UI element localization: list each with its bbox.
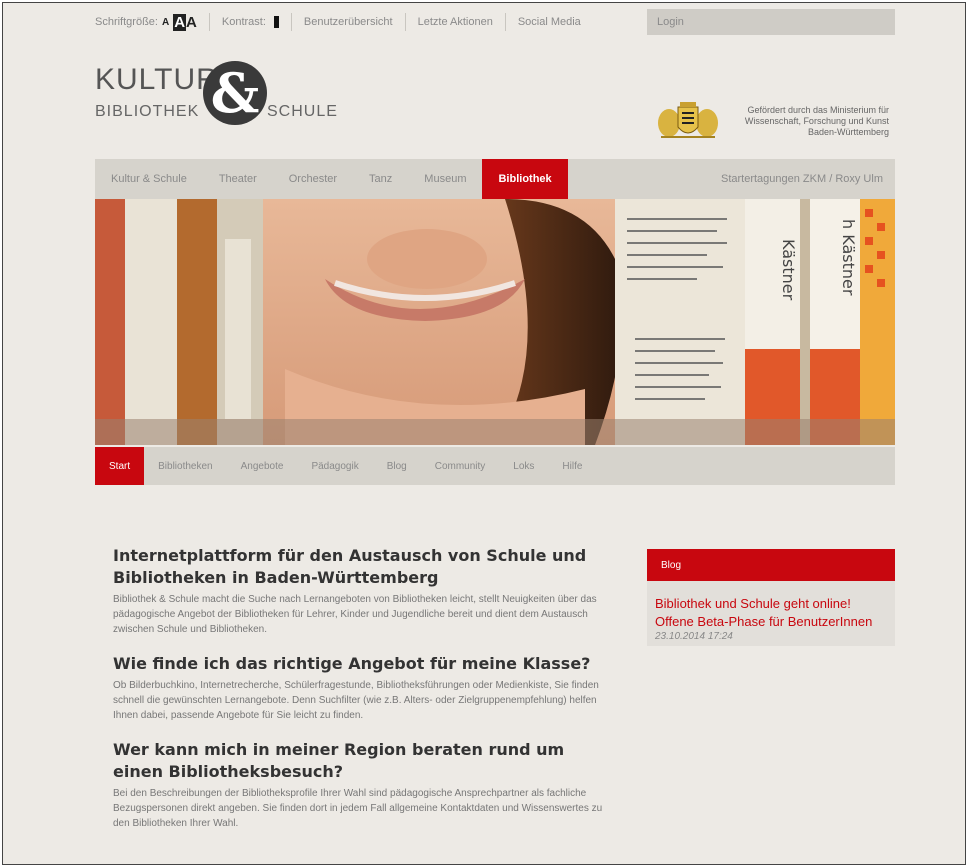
nav-tanz[interactable]: Tanz xyxy=(353,159,408,199)
nav-orchester[interactable]: Orchester xyxy=(273,159,353,199)
hero-book-text-1: Kästner xyxy=(779,239,798,301)
link-letzte-aktionen[interactable]: Letzte Aktionen xyxy=(406,13,506,31)
site-logo[interactable]: KULTUR & BIBLIOTHEK SCHULE xyxy=(95,61,355,143)
subnav-hilfe[interactable]: Hilfe xyxy=(548,447,596,485)
section-text: Ob Bilderbuchkino, Internetrecherche, Sc… xyxy=(113,680,599,721)
blog-post-date: 23.10.2014 17:24 xyxy=(655,631,733,642)
subnav-angebote[interactable]: Angebote xyxy=(227,447,298,485)
font-large-button[interactable]: A xyxy=(173,13,187,31)
subnav-bibliotheken[interactable]: Bibliotheken xyxy=(144,447,226,485)
blog-post-link[interactable]: Bibliothek und Schule geht online! Offen… xyxy=(655,595,887,631)
font-larger-button[interactable]: A xyxy=(186,14,197,31)
blog-box: Blog Bibliothek und Schule geht online! … xyxy=(647,549,895,646)
section-text: Bibliothek & Schule macht die Suche nach… xyxy=(113,594,597,635)
logo-bibliothek: BIBLIOTHEK xyxy=(95,103,200,120)
subnav-loks[interactable]: Loks xyxy=(499,447,548,485)
nav-museum[interactable]: Museum xyxy=(408,159,482,199)
nav-theater[interactable]: Theater xyxy=(203,159,273,199)
contrast-control: Kontrast: xyxy=(210,13,292,31)
subnav-blog[interactable]: Blog xyxy=(373,447,421,485)
sub-navigation: Start Bibliotheken Angebote Pädagogik Bl… xyxy=(95,447,895,485)
link-social-media[interactable]: Social Media xyxy=(506,13,593,31)
hero-image: Kästner h Kästner xyxy=(95,199,895,445)
sponsor-text: Gefördert durch das Ministerium für Wiss… xyxy=(744,105,889,137)
subnav-paedagogik[interactable]: Pädagogik xyxy=(297,447,372,485)
section-title: Wer kann mich in meiner Region beraten r… xyxy=(113,740,565,781)
font-size-control: Schriftgröße: A A A xyxy=(95,13,210,31)
font-size-label: Schriftgröße: xyxy=(95,16,158,28)
blog-heading[interactable]: Blog xyxy=(647,549,895,581)
subnav-community[interactable]: Community xyxy=(421,447,500,485)
subnav-start[interactable]: Start xyxy=(95,447,145,485)
font-small-button[interactable]: A xyxy=(162,17,169,28)
page-frame: Schriftgröße: A A A Kontrast: Benutzerüb… xyxy=(2,2,966,865)
section-title: Internetplattform für den Austausch von … xyxy=(113,546,587,587)
section-title: Wie finde ich das richtige Angebot für m… xyxy=(113,654,591,673)
utility-bar: Schriftgröße: A A A Kontrast: Benutzerüb… xyxy=(95,9,593,35)
logo-kultur: KULTUR xyxy=(95,63,219,96)
contrast-icon[interactable] xyxy=(273,16,279,28)
main-navigation: Kultur & Schule Theater Orchester Tanz M… xyxy=(95,159,895,199)
main-content: Internetplattform für den Austausch von … xyxy=(113,545,613,847)
contrast-label: Kontrast: xyxy=(221,16,266,28)
blog-entry: Bibliothek und Schule geht online! Offen… xyxy=(647,581,895,646)
state-coat-of-arms-icon xyxy=(658,102,718,138)
section-text: Bei den Beschreibungen der Bibliothekspr… xyxy=(113,788,603,829)
login-button[interactable]: Login xyxy=(647,9,895,35)
logo-schule: SCHULE xyxy=(267,103,338,120)
link-benutzeruebersicht[interactable]: Benutzerübersicht xyxy=(292,13,406,31)
nav-kultur-schule[interactable]: Kultur & Schule xyxy=(95,159,203,199)
nav-bibliothek[interactable]: Bibliothek xyxy=(482,159,568,199)
logo-ampersand: & xyxy=(203,61,267,125)
hero-book-text-2: h Kästner xyxy=(839,219,858,296)
nav-startertagungen[interactable]: Startertagungen ZKM / Roxy Ulm xyxy=(705,159,895,199)
